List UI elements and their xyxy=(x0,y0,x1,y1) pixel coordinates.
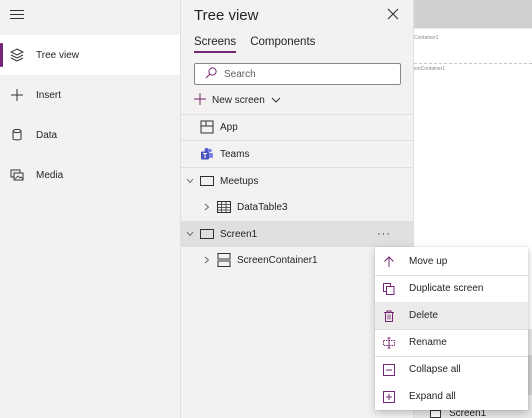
left-rail: Tree view Insert Data Media xyxy=(0,0,181,418)
chevron-down-icon[interactable] xyxy=(185,229,195,239)
tab-components[interactable]: Components xyxy=(250,36,315,53)
arrow-up-icon xyxy=(383,255,395,268)
duplicate-icon xyxy=(383,282,395,295)
menu-item-move-up[interactable]: Move up xyxy=(375,248,528,275)
menu-item-label: Expand all xyxy=(409,391,456,402)
screen-icon xyxy=(200,174,214,188)
rail-item-label: Tree view xyxy=(36,49,79,61)
trash-icon xyxy=(383,310,395,322)
tree-node-datatable3[interactable]: DataTable3 xyxy=(181,194,413,220)
rail-item-label: Insert xyxy=(36,89,62,101)
menu-item-collapse-all[interactable]: Collapse all xyxy=(375,356,528,383)
tree-node-label: Meetups xyxy=(220,175,259,187)
tree-node-label: App xyxy=(220,121,238,133)
tree-node-app[interactable]: App xyxy=(181,114,413,140)
menu-item-label: Delete xyxy=(409,310,438,321)
tree-node-screen1[interactable]: Screen1 ··· xyxy=(181,221,413,247)
rail-item-data[interactable]: Data xyxy=(0,115,180,155)
rail-item-media[interactable]: Media xyxy=(0,155,180,195)
media-icon xyxy=(9,167,25,183)
screen-icon xyxy=(200,227,214,241)
chevron-down-icon[interactable] xyxy=(185,176,195,186)
panel-title: Tree view xyxy=(194,7,259,24)
menu-item-rename[interactable]: Rename xyxy=(375,329,528,356)
chevron-down-icon xyxy=(271,95,281,106)
more-options-button[interactable]: ··· xyxy=(373,226,395,242)
rename-icon xyxy=(383,337,395,349)
collapse-all-icon xyxy=(383,363,395,376)
canvas-container-tag: ionContainer1 xyxy=(414,66,446,72)
new-screen-button[interactable]: New screen xyxy=(194,90,294,110)
teams-icon xyxy=(200,147,214,161)
plus-icon xyxy=(194,92,206,108)
app-icon xyxy=(200,120,214,134)
menu-item-label: Collapse all xyxy=(409,364,461,375)
tree-node-teams[interactable]: Teams xyxy=(181,141,413,167)
more-icon: ··· xyxy=(377,228,391,240)
container-icon xyxy=(217,253,231,267)
menu-item-label: Move up xyxy=(409,256,448,267)
search-icon xyxy=(205,66,217,82)
rail-item-insert[interactable]: Insert xyxy=(0,75,180,115)
menu-item-expand-all[interactable]: Expand all xyxy=(375,383,528,410)
tree-node-label: Screen1 xyxy=(220,228,258,240)
search-box[interactable] xyxy=(194,63,401,85)
context-menu: Move up Duplicate screen Delete Rename C… xyxy=(375,247,528,410)
divider xyxy=(414,63,532,64)
expand-all-icon xyxy=(383,390,395,403)
table-icon xyxy=(217,200,231,214)
tree-node-label: Teams xyxy=(220,148,250,160)
canvas-container-tag: Container1 xyxy=(414,35,439,41)
tab-bar: Screens Components xyxy=(194,36,315,53)
menu-item-delete[interactable]: Delete xyxy=(375,302,528,329)
rail-item-label: Data xyxy=(36,129,58,141)
screen-icon xyxy=(430,409,441,418)
tree-node-label: DataTable3 xyxy=(237,201,288,213)
menu-item-label: Rename xyxy=(409,337,447,348)
menu-item-label: Duplicate screen xyxy=(409,283,484,294)
new-screen-label: New screen xyxy=(212,94,265,106)
close-icon[interactable] xyxy=(386,7,400,21)
tree-node-label: ScreenContainer1 xyxy=(237,254,318,266)
rail-item-label: Media xyxy=(36,169,64,181)
search-input[interactable] xyxy=(224,68,394,80)
plus-icon xyxy=(9,87,25,103)
tab-screens[interactable]: Screens xyxy=(194,36,237,53)
menu-item-duplicate-screen[interactable]: Duplicate screen xyxy=(375,275,528,302)
hamburger-menu-icon[interactable] xyxy=(10,10,24,22)
chevron-right-icon[interactable] xyxy=(202,255,212,265)
database-icon xyxy=(9,127,25,143)
chevron-right-icon[interactable] xyxy=(202,202,212,212)
tree-node-meetups[interactable]: Meetups xyxy=(181,168,413,194)
canvas-toolbar xyxy=(414,0,532,28)
layers-icon xyxy=(9,47,25,63)
rail-item-tree-view[interactable]: Tree view xyxy=(0,35,180,75)
